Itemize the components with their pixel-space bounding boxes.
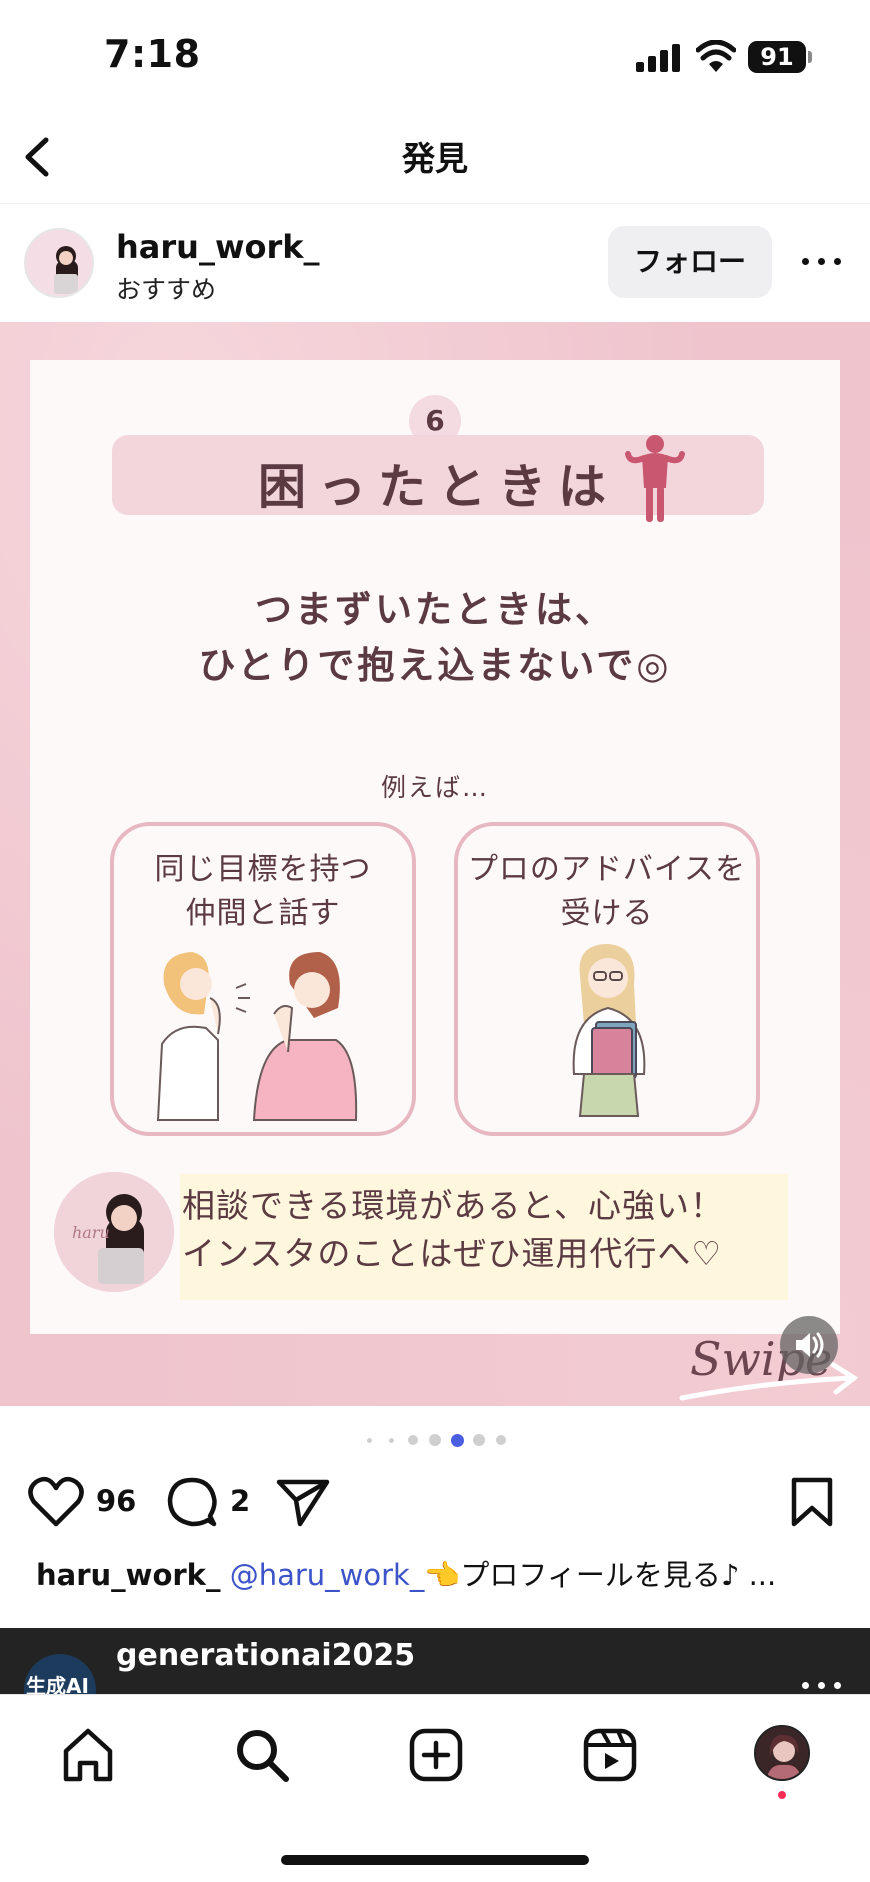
note-avatar: haru: [54, 1172, 174, 1292]
example-label: 例えば…: [380, 773, 489, 802]
caption-text: 👈プロフィールを見る♪ ...: [424, 1558, 777, 1592]
carousel-dot: [496, 1435, 506, 1445]
home-icon: [63, 1728, 113, 1782]
post-action-bar: 96 2: [0, 1466, 870, 1536]
author-avatar[interactable]: [24, 228, 94, 298]
sound-toggle-button[interactable]: [780, 1316, 838, 1374]
tab-profile-avatar[interactable]: [754, 1725, 810, 1781]
note-line1: 相談できる環境があると、心強い！: [182, 1186, 725, 1225]
comment-count[interactable]: 2: [230, 1484, 250, 1518]
caption-username[interactable]: haru_work_: [36, 1558, 220, 1592]
status-bar: 7:18 91: [0, 0, 870, 110]
option1-line1: 同じ目標を持つ: [154, 852, 372, 887]
plus-square-icon: [409, 1728, 463, 1782]
status-time: 7:18: [104, 32, 201, 76]
slide-message-line2: ひとりで抱え込まないで◎: [198, 644, 672, 687]
more-horizontal-icon[interactable]: [800, 1678, 844, 1692]
carousel-dot: [429, 1434, 441, 1446]
more-options-button[interactable]: [800, 244, 844, 280]
woman-with-books-illustration: [458, 944, 756, 1124]
option-get-pro-advice: プロのアドバイスを 受ける: [454, 822, 760, 1136]
tab-reels[interactable]: [580, 1725, 640, 1785]
speaker-icon: [796, 1332, 824, 1358]
note-line2: インスタのことはぜひ運用代行へ♡: [182, 1234, 722, 1273]
slide-message: つまずいたときは、 ひとりで抱え込まないで◎: [30, 582, 840, 694]
comment-icon: [167, 1477, 217, 1527]
battery-level: 91: [748, 41, 806, 73]
option2-line1: プロのアドバイスを: [467, 852, 747, 887]
comment-button[interactable]: [166, 1476, 218, 1528]
notification-dot: [778, 1791, 786, 1799]
post-subtitle: おすすめ: [116, 275, 217, 304]
note-avatar-label: haru: [72, 1223, 110, 1242]
share-button[interactable]: [276, 1478, 330, 1528]
carousel-dot: [366, 1437, 372, 1443]
tab-create[interactable]: [406, 1725, 466, 1785]
author-username[interactable]: haru_work_: [116, 228, 320, 266]
tab-home[interactable]: [58, 1725, 118, 1785]
option-talk-with-peers: 同じ目標を持つ 仲間と話す: [110, 822, 416, 1136]
option1-line2: 仲間と話す: [185, 896, 341, 931]
save-button[interactable]: [790, 1476, 834, 1528]
top-nav: 発見: [0, 110, 870, 204]
caption-mention[interactable]: @haru_work_: [230, 1558, 425, 1592]
post-caption[interactable]: haru_work_ @haru_work_👈プロフィールを見る♪ ...: [36, 1552, 856, 1594]
note-text: 相談できる環境があると、心強い！ インスタのことはぜひ運用代行へ♡: [182, 1182, 782, 1278]
slide-message-line1: つまずいたときは、: [255, 588, 615, 631]
home-indicator: [281, 1855, 589, 1865]
next-post-header: 生成AI generationai2025: [0, 1628, 870, 1694]
option2-line2: 受ける: [560, 896, 654, 931]
like-count[interactable]: 96: [96, 1484, 136, 1518]
bookmark-icon: [791, 1477, 833, 1527]
cellular-signal-icon: [636, 44, 680, 72]
like-button[interactable]: [28, 1476, 84, 1528]
next-post-avatar[interactable]: 生成AI: [24, 1654, 96, 1694]
carousel-dot: [408, 1435, 418, 1445]
follow-button[interactable]: フォロー: [608, 226, 772, 298]
carousel-dot: [388, 1437, 394, 1443]
tab-search[interactable]: [232, 1725, 292, 1785]
reels-icon: [583, 1728, 637, 1782]
send-icon: [276, 1479, 330, 1527]
bottom-tab-bar: [0, 1694, 870, 1882]
carousel-dot: [450, 1433, 464, 1447]
two-women-talking-illustration: [114, 944, 412, 1124]
search-icon: [237, 1730, 289, 1782]
wifi-icon: [695, 39, 737, 74]
confused-person-icon: [622, 428, 692, 528]
slide-card: 6 困ったときは つまずいたときは、 ひとりで抱え込まないで◎ 例えば… 同じ目…: [30, 360, 840, 1334]
page-title: 発見: [402, 139, 468, 178]
post-image[interactable]: 6 困ったときは つまずいたときは、 ひとりで抱え込まないで◎ 例えば… 同じ目…: [0, 322, 870, 1406]
battery-icon: 91: [748, 41, 812, 73]
carousel-indicator: [0, 1430, 870, 1450]
post-header: haru_work_ おすすめ フォロー: [0, 204, 870, 322]
heart-icon: [28, 1476, 84, 1527]
next-post-username[interactable]: generationai2025: [116, 1638, 415, 1673]
carousel-dot: [473, 1434, 485, 1446]
